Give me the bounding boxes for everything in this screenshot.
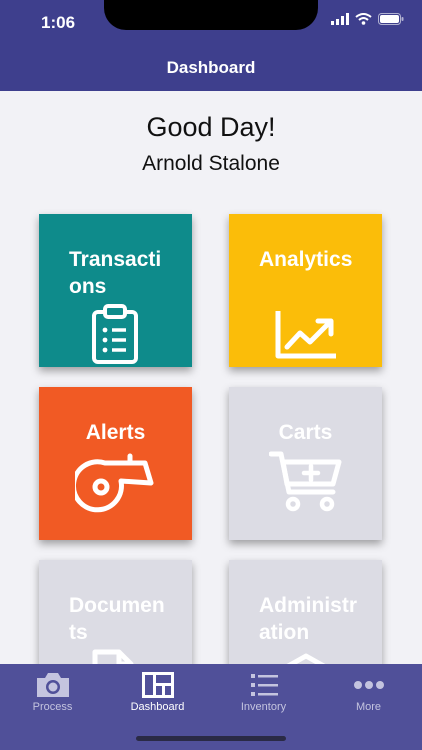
status-time: 1:06	[41, 13, 76, 32]
battery-icon	[378, 13, 404, 25]
greeting-title: Good Day!	[146, 112, 276, 142]
whistle-icon	[75, 453, 154, 513]
alerts-tile[interactable]: Alerts	[39, 387, 192, 540]
tab-dashboard[interactable]: Dashboard	[105, 664, 210, 724]
tab-process[interactable]: Process	[0, 664, 105, 724]
tile-label: Administration	[259, 594, 358, 644]
tab-label: More	[355, 701, 382, 713]
tab-more[interactable]: More	[316, 664, 421, 724]
carts-tile[interactable]: Carts	[229, 387, 382, 540]
tab-label: Process	[32, 701, 73, 713]
dashboard-icon	[142, 672, 174, 698]
list-icon	[251, 674, 278, 696]
status-icons	[331, 13, 404, 25]
tab-label: Inventory	[240, 701, 287, 713]
tile-label: Documents	[69, 594, 165, 644]
signal-icon	[331, 13, 349, 25]
home-indicator	[136, 736, 286, 741]
tile-label: Alerts	[85, 421, 146, 444]
transactions-tile[interactable]: Transactions	[39, 214, 192, 367]
tile-label: Carts	[278, 421, 333, 444]
cart-icon	[269, 451, 342, 512]
tab-inventory[interactable]: Inventory	[211, 664, 316, 724]
page-title: Dashboard	[166, 58, 256, 77]
clipboard-icon	[92, 304, 138, 364]
camera-icon	[37, 673, 69, 697]
more-icon	[354, 681, 384, 689]
tab-label: Dashboard	[130, 701, 185, 713]
user-name: Arnold Stalone	[142, 152, 280, 175]
chart-trend-icon	[275, 311, 336, 359]
tile-label: Analytics	[259, 248, 353, 271]
wifi-icon	[355, 13, 372, 25]
device-notch	[104, 0, 318, 30]
tile-label: Transactions	[69, 248, 162, 298]
analytics-tile[interactable]: Analytics	[229, 214, 382, 367]
navigation-header: 1:06 Dashboard	[0, 0, 422, 91]
